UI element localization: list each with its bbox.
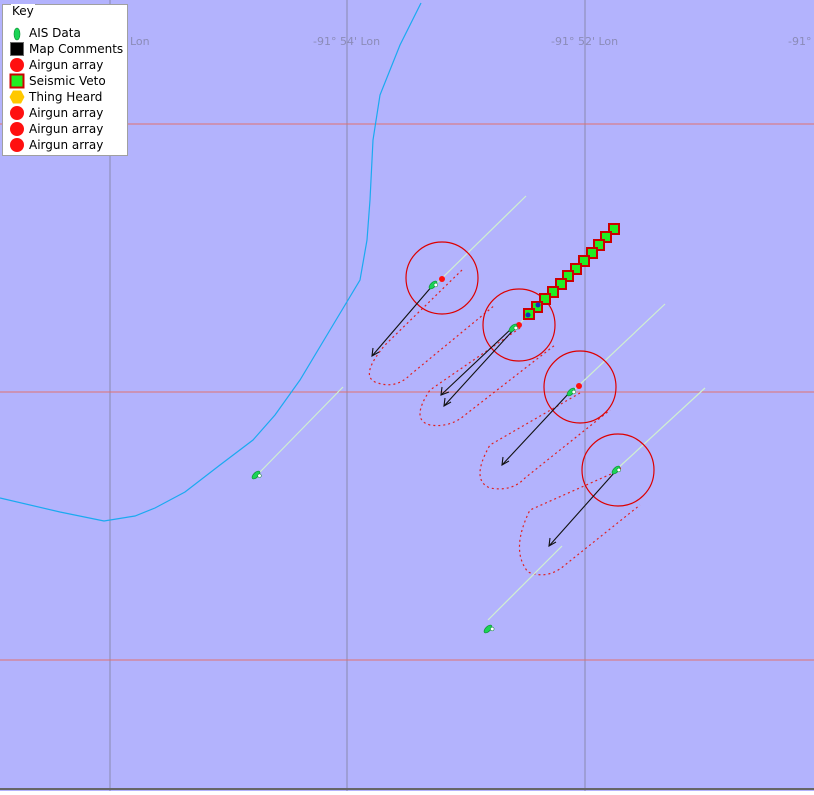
circle-icon [10,122,24,136]
lon-label: -91° 54' Lon [313,35,380,48]
key-label: Thing Heard [29,90,103,104]
map-view[interactable]: Lon -91° 54' Lon -91° 52' Lon -91° Key A… [0,0,814,791]
key-label: AIS Data [29,26,81,40]
key-label: Airgun array [29,138,104,152]
lon-label: -91° [788,35,811,48]
key-item-airgun-array: Airgun array [9,57,103,73]
airgun-array-dot [576,383,582,389]
key-item-ais-data: AIS Data [9,25,81,41]
circle-icon [10,106,24,120]
key-title: Key [11,4,35,18]
key-label: Airgun array [29,122,104,136]
ship-icon [13,27,21,41]
key-label: Seismic Veto [29,74,106,88]
key-item-airgun-array: Airgun array [9,137,103,153]
circle-icon [10,58,24,72]
key-item-airgun-array: Airgun array [9,105,103,121]
key-item-airgun-array: Airgun array [9,121,103,137]
airgun-array-dot [439,276,445,282]
key-item-thing-heard: Thing Heard [9,89,102,105]
circle-icon [10,138,24,152]
key-item-seismic-veto: Seismic Veto [9,73,106,89]
key-item-map-comments: Map Comments [9,41,123,57]
lon-label: -91° 52' Lon [551,35,618,48]
map-key-panel: Key AIS Data Map Comments Airgun array S… [2,4,128,156]
lon-label: Lon [130,35,150,48]
detection-dot [525,312,531,318]
detection-dot [535,302,541,308]
key-label: Map Comments [29,42,124,56]
hexagon-icon [9,90,25,104]
square-icon [9,73,25,89]
key-label: Airgun array [29,58,104,72]
square-icon [10,42,24,56]
key-label: Airgun array [29,106,104,120]
